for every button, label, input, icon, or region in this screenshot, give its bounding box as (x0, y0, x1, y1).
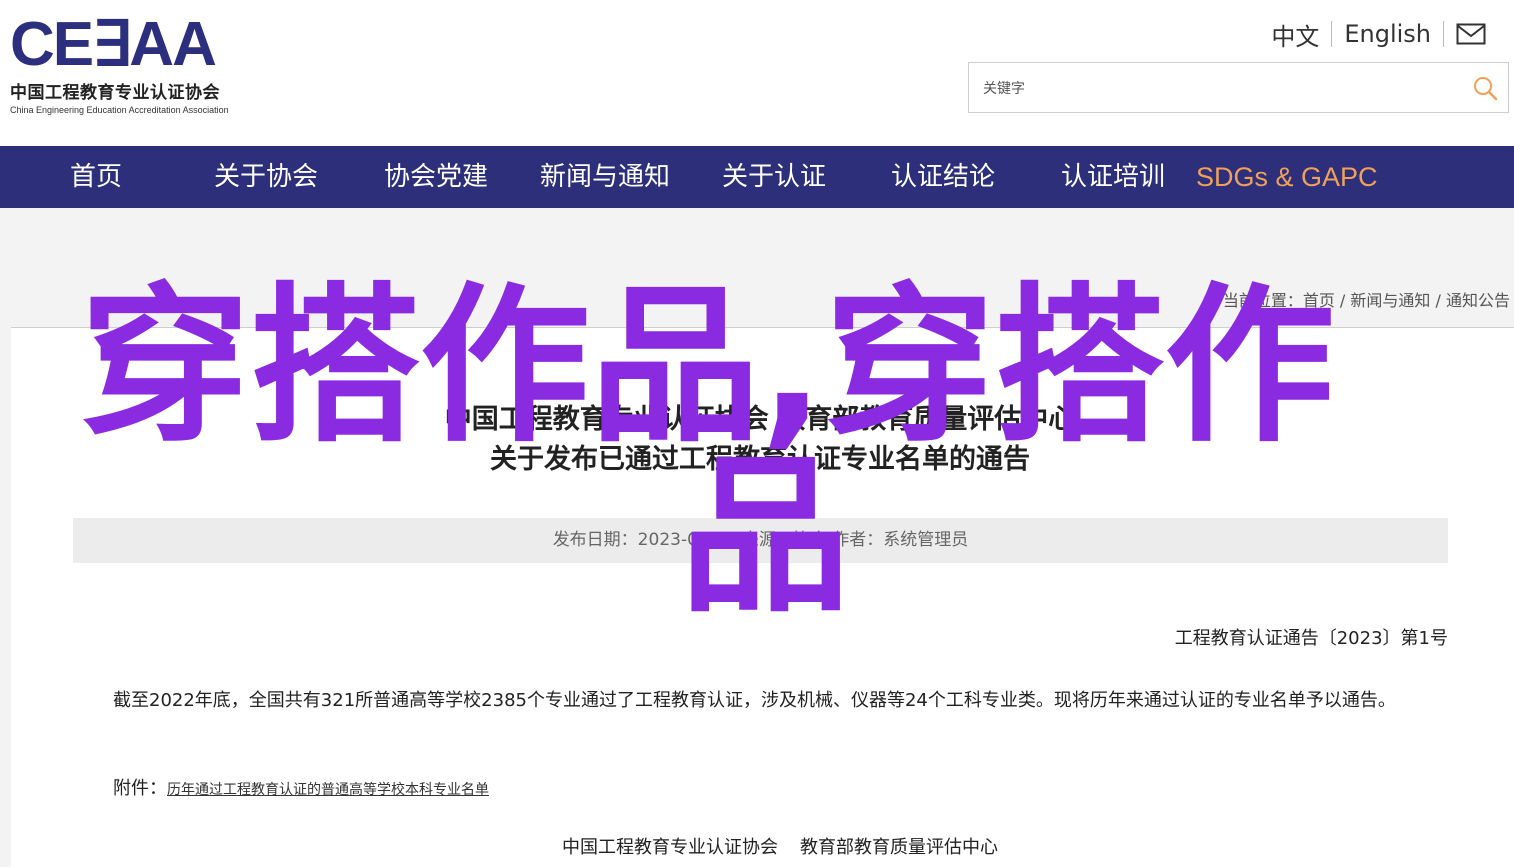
signer-association: 中国工程教育专业认证协会 (562, 837, 778, 858)
attachment-label: 附件： (113, 778, 167, 799)
breadcrumb-prefix: 当前位置： (1222, 291, 1303, 310)
lang-chinese-link[interactable]: 中文 (1271, 17, 1319, 52)
lang-divider (1443, 21, 1444, 47)
attachment: 附件：历年通过工程教育认证的普通高等学校本科专业名单 (113, 774, 489, 800)
nav-item-party[interactable]: 协会党建 (384, 146, 488, 208)
breadcrumb-sep: / (1430, 291, 1446, 310)
site-logo[interactable]: CE∃AA 中国工程教育专业认证协会 China Engineering Edu… (10, 10, 270, 116)
nav-item-home[interactable]: 首页 (70, 146, 122, 208)
language-switcher: 中文 English (1271, 17, 1486, 52)
attachment-link[interactable]: 历年通过工程教育认证的普通高等学校本科专业名单 (167, 782, 489, 798)
breadcrumb-news[interactable]: 新闻与通知 (1350, 291, 1430, 310)
article-meta: 发布日期：2023-06-28 来源：协会 作者：系统管理员 (73, 518, 1448, 563)
logo-mark: CE∃AA (10, 10, 217, 79)
breadcrumb: 当前位置：首页 / 新闻与通知 / 通知公告 (1223, 287, 1510, 311)
breadcrumb-home[interactable]: 首页 (1303, 291, 1335, 310)
search-box (968, 62, 1509, 113)
nav-item-about[interactable]: 关于协会 (214, 146, 318, 208)
mail-icon[interactable] (1456, 23, 1486, 45)
lang-divider (1331, 21, 1333, 47)
search-input[interactable] (981, 75, 1455, 103)
nav-item-conclusions[interactable]: 认证结论 (891, 146, 995, 208)
article-signature: 中国工程教育专业认证协会 教育部教育质量评估中心 (0, 833, 1514, 859)
nav-item-news[interactable]: 新闻与通知 (540, 146, 670, 208)
logo-chinese-name: 中国工程教育专业认证协会 (10, 83, 220, 103)
document-number: 工程教育认证通告〔2023〕第1号 (1174, 628, 1448, 649)
lang-english-link[interactable]: English (1344, 20, 1431, 48)
breadcrumb-notices[interactable]: 通知公告 (1446, 291, 1510, 310)
logo-english-name: China Engineering Education Accreditatio… (10, 105, 229, 115)
article-title-line2: 关于发布已通过工程教育认证专业名单的通告 (490, 444, 1030, 475)
article-body: 截至2022年底，全国共有321所普通高等学校2385个专业通过了工程教育认证，… (113, 690, 1396, 711)
nav-item-accreditation[interactable]: 关于认证 (722, 146, 826, 208)
nav-item-training[interactable]: 认证培训 (1061, 146, 1165, 208)
breadcrumb-sep: / (1334, 291, 1351, 310)
main-nav: 首页 关于协会 协会党建 新闻与通知 关于认证 认证结论 认证培训 SDGs &… (0, 146, 1514, 208)
search-icon[interactable] (1472, 75, 1498, 101)
signer-evaluation-center: 教育部教育质量评估中心 (800, 837, 998, 858)
nav-item-sdgs-gapc[interactable]: SDGs & GAPC (1196, 146, 1378, 208)
article-title-line1: 中国工程教育专业认证协会 教育部教育质量评估中心 (444, 404, 1076, 435)
site-header: CE∃AA 中国工程教育专业认证协会 China Engineering Edu… (0, 0, 1514, 146)
